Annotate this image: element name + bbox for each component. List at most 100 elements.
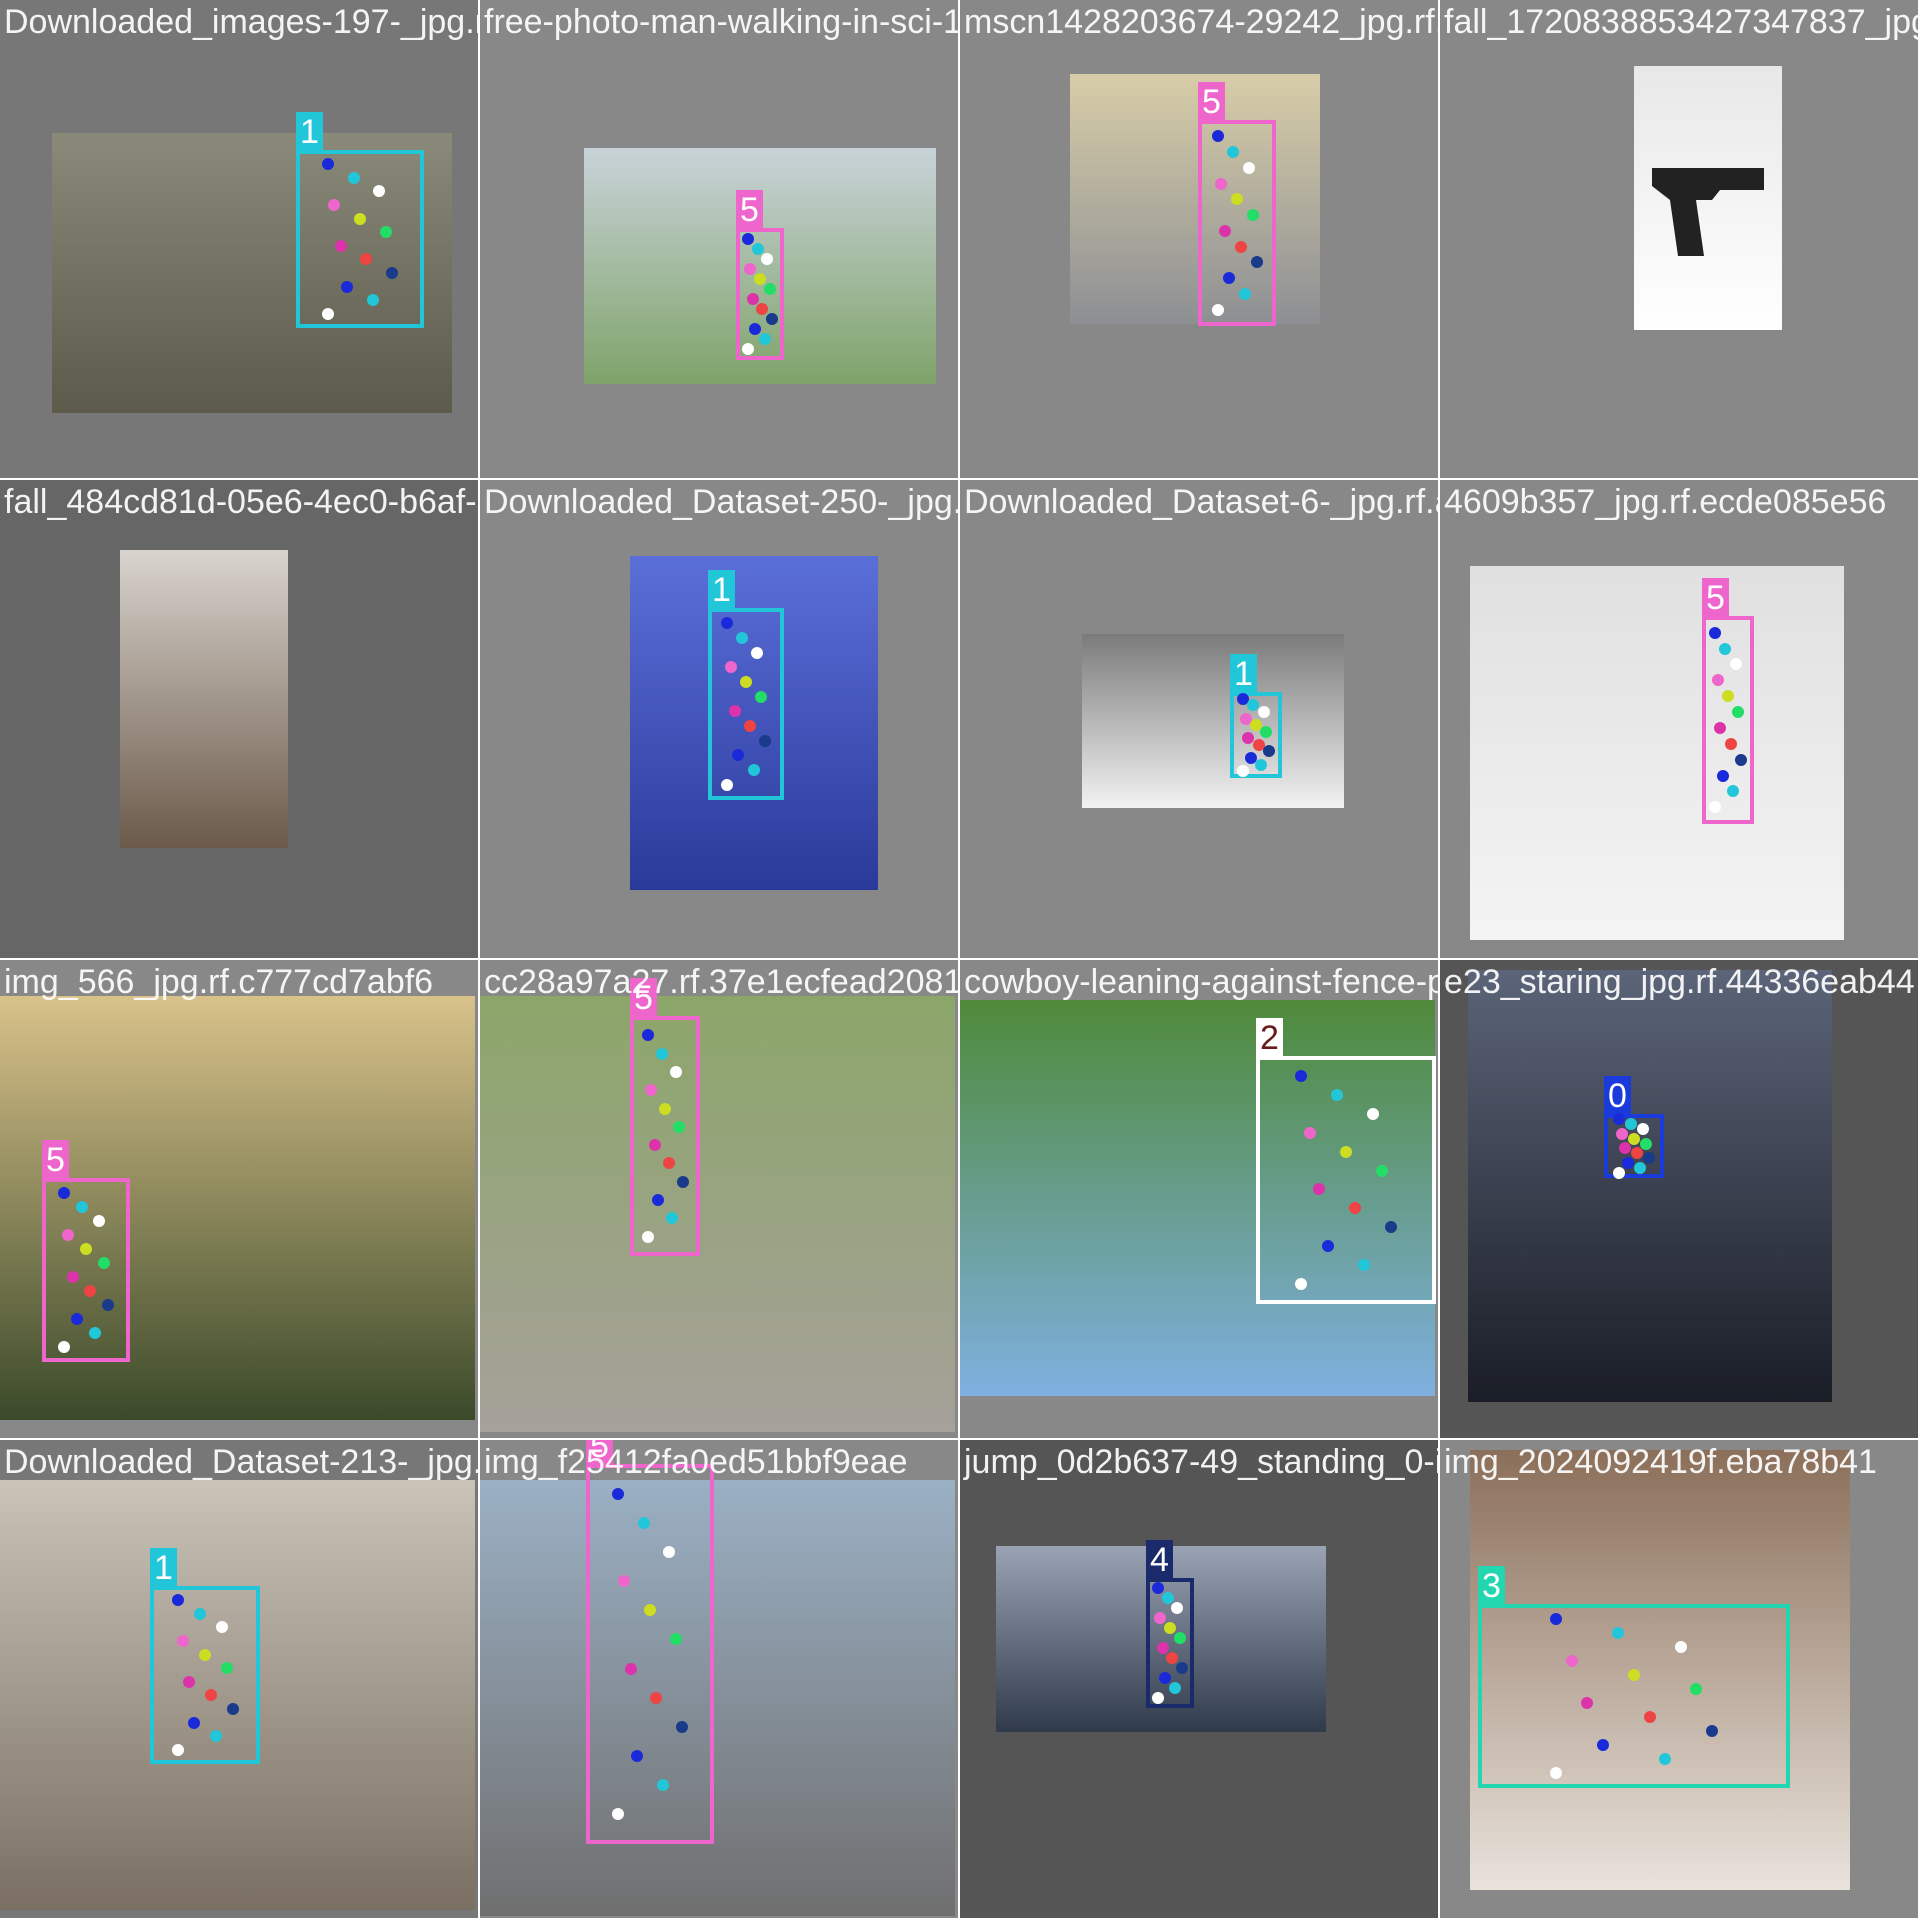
photo-thumbnail bbox=[480, 1480, 955, 1916]
keypoint bbox=[93, 1214, 106, 1227]
keypoint bbox=[1159, 1671, 1172, 1684]
image-tile: 5 free-photo-man-walking-in-sci-142820367… bbox=[480, 0, 960, 480]
keypoint bbox=[215, 1621, 228, 1634]
bounding-box bbox=[296, 150, 424, 328]
keypoint bbox=[755, 690, 768, 703]
photo-thumbnail bbox=[120, 550, 288, 848]
keypoint bbox=[740, 676, 752, 688]
keypoint bbox=[1173, 1632, 1186, 1645]
keypoint bbox=[631, 1749, 644, 1762]
image-filename: jump_0d2b637-49_standing_0-images-0924-1… bbox=[964, 1443, 1438, 1481]
image-filename: fall_484cd81d-05e6-4ec0-b6af-d86eed2e400… bbox=[4, 483, 480, 521]
image-tile: 5 4609b357_jpg.rf.ecde085e56 bbox=[1440, 480, 1920, 960]
image-filename: e23_staring_jpg.rf.44336eab44 bbox=[1444, 963, 1915, 1001]
keypoint bbox=[1215, 177, 1228, 190]
image-filename: Downloaded_Dataset-6-_jpg.rf.a9f3571810 bbox=[964, 483, 1438, 521]
keypoint bbox=[1156, 1641, 1169, 1654]
class-label: 1 bbox=[150, 1548, 177, 1588]
image-tile: 3 img_2024092419f.eba78b41 bbox=[1440, 1440, 1920, 1920]
keypoint bbox=[655, 1047, 668, 1060]
keypoint bbox=[1211, 303, 1224, 316]
keypoint bbox=[1613, 1113, 1625, 1126]
keypoint bbox=[612, 1807, 624, 1820]
bounding-box bbox=[1256, 1056, 1436, 1304]
keypoint bbox=[1643, 1711, 1656, 1724]
keypoint bbox=[379, 226, 392, 239]
class-label: 1 bbox=[1230, 654, 1257, 694]
image-filename: fall_1720838853427347837_jpg bbox=[1444, 3, 1920, 41]
keypoint bbox=[1674, 1640, 1687, 1653]
keypoint bbox=[1716, 769, 1729, 782]
photo-thumbnail bbox=[480, 996, 955, 1432]
class-label: 5 bbox=[1198, 82, 1225, 122]
keypoint bbox=[1565, 1654, 1578, 1667]
keypoint bbox=[193, 1607, 206, 1620]
keypoint bbox=[334, 239, 347, 252]
keypoint bbox=[673, 1120, 685, 1133]
keypoint bbox=[1634, 1161, 1646, 1174]
image-tile: 1 Downloaded_images-197-_jpg.rf.b76a2489b bbox=[0, 0, 480, 480]
keypoint bbox=[659, 1102, 671, 1115]
keypoint bbox=[88, 1327, 101, 1340]
bounding-box bbox=[1478, 1604, 1790, 1788]
keypoint bbox=[637, 1517, 650, 1530]
image-filename: 4609b357_jpg.rf.ecde085e56 bbox=[1444, 483, 1887, 521]
keypoint bbox=[761, 252, 774, 265]
keypoint bbox=[1331, 1088, 1343, 1101]
keypoint bbox=[188, 1716, 200, 1729]
keypoint bbox=[746, 293, 759, 306]
keypoint bbox=[1625, 1118, 1637, 1130]
keypoint bbox=[728, 705, 741, 718]
keypoint bbox=[1161, 1592, 1174, 1605]
keypoint bbox=[1622, 1157, 1634, 1170]
keypoint bbox=[1711, 674, 1724, 687]
keypoint bbox=[1211, 130, 1224, 143]
image-filename: cowboy-leaning-against-fence-posts bbox=[964, 963, 1438, 1001]
keypoint bbox=[366, 294, 379, 307]
keypoint bbox=[1637, 1122, 1649, 1135]
pistol-icon bbox=[1648, 156, 1768, 271]
keypoint bbox=[1596, 1739, 1609, 1752]
class-label: 5 bbox=[42, 1140, 69, 1180]
keypoint bbox=[1255, 758, 1268, 771]
image-tile: 0 e23_staring_jpg.rf.44336eab44 bbox=[1440, 960, 1920, 1440]
keypoint bbox=[347, 171, 360, 184]
keypoint bbox=[1242, 161, 1255, 174]
keypoint bbox=[1164, 1622, 1176, 1635]
image-filename: Downloaded_images-197-_jpg.rf.b76a2489b bbox=[4, 3, 478, 41]
keypoint bbox=[1340, 1145, 1352, 1158]
image-tile: 2 cowboy-leaning-against-fence-posts bbox=[960, 960, 1440, 1440]
keypoint bbox=[669, 1065, 682, 1078]
image-filename: free-photo-man-walking-in-sci-1428203674… bbox=[484, 3, 958, 41]
image-filename: img_f25412fa0ed51bbf9eae bbox=[484, 1443, 908, 1481]
image-tile: 4 jump_0d2b637-49_standing_0-images-0924-… bbox=[960, 1440, 1440, 1920]
keypoint bbox=[199, 1648, 211, 1661]
keypoint bbox=[1304, 1126, 1316, 1139]
keypoint bbox=[1719, 642, 1732, 655]
class-label: 2 bbox=[1256, 1018, 1283, 1058]
keypoint bbox=[1616, 1127, 1628, 1140]
image-tile: 5 img_f25412fa0ed51bbf9eae bbox=[480, 1440, 960, 1920]
image-tile: 5cc28a97a27.rf.37e1ecfead2081b4b49761035 bbox=[480, 960, 960, 1440]
keypoint bbox=[1376, 1164, 1388, 1177]
class-label: 0 bbox=[1604, 1076, 1631, 1116]
keypoint bbox=[1628, 1668, 1640, 1681]
keypoint bbox=[75, 1200, 88, 1213]
image-tile: fall_484cd81d-05e6-4ec0-b6af-d86eed2e400… bbox=[0, 480, 480, 960]
keypoint bbox=[743, 719, 756, 732]
keypoint bbox=[171, 1743, 184, 1756]
keypoint bbox=[97, 1256, 110, 1269]
bounding-box bbox=[586, 1464, 714, 1844]
photo-thumbnail bbox=[1070, 74, 1320, 324]
keypoint bbox=[226, 1702, 239, 1715]
photo-thumbnail bbox=[1470, 566, 1844, 940]
keypoint bbox=[386, 266, 398, 279]
image-tile: 1 Downloaded_Dataset-6-_jpg.rf.a9f3571810 bbox=[960, 480, 1440, 960]
image-tile: fall_1720838853427347837_jpg bbox=[1440, 0, 1920, 480]
keypoint bbox=[1550, 1612, 1562, 1625]
class-label: 5 bbox=[736, 190, 763, 230]
keypoint bbox=[1295, 1069, 1307, 1082]
class-label: 4 bbox=[1146, 1540, 1173, 1580]
keypoint bbox=[1176, 1661, 1188, 1674]
class-label: 1 bbox=[296, 112, 323, 152]
